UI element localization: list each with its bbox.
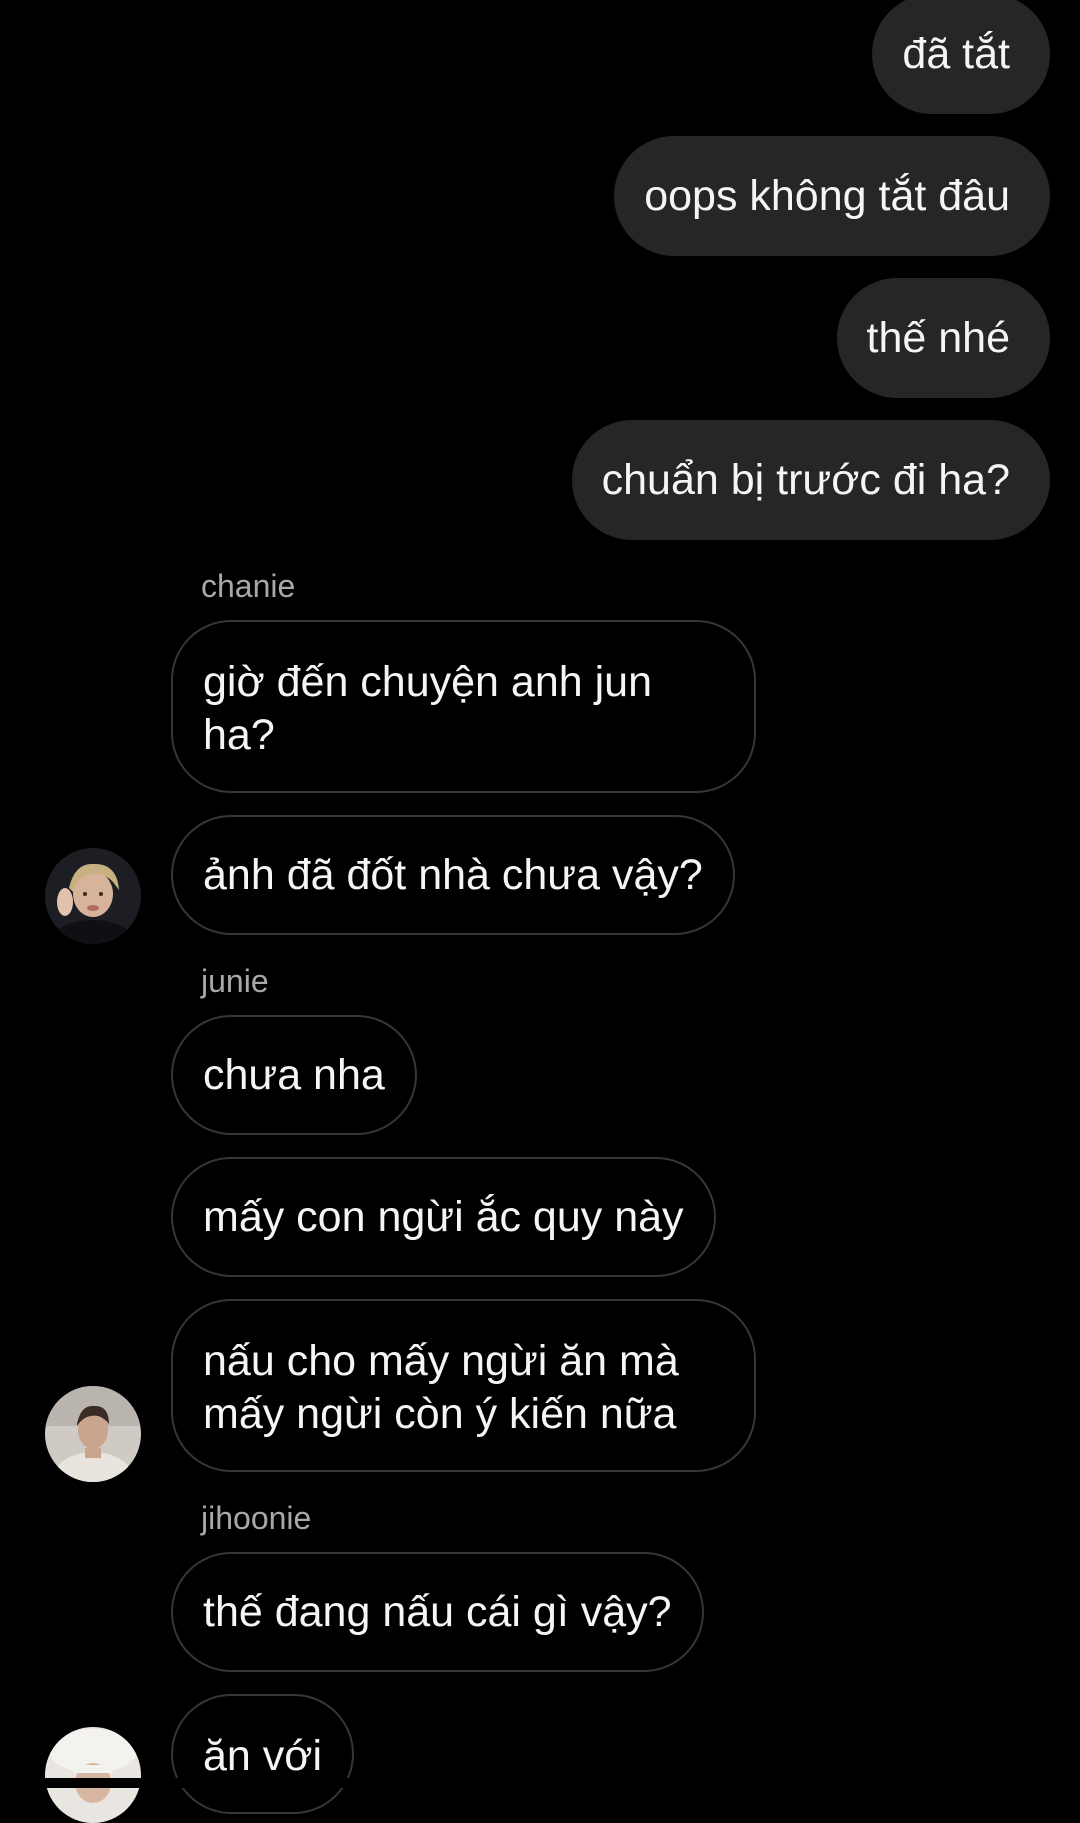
avatar-photo [45,1727,141,1823]
message-text: giờ đến chuyện anh jun ha? [203,658,652,759]
outgoing-message[interactable]: đã tắt [872,0,1050,114]
incoming-message[interactable]: thế đang nấu cái gì vậy? [171,1552,704,1672]
sender-name: chanie [201,568,296,604]
sender-name: junie [201,963,269,999]
message-text: ăn với [203,1732,323,1780]
avatar[interactable] [45,1386,141,1482]
message-text: mấy con ngừi ắc quy này [203,1192,684,1241]
message-text: chuẩn bị trước đi ha? [601,455,1010,504]
message-text: ảnh đã đốt nhà chưa vậy? [203,850,703,899]
incoming-message[interactable]: nấu cho mấy ngừi ăn mà mấy ngừi còn ý ki… [171,1299,756,1472]
incoming-message[interactable]: chưa nha [171,1015,417,1135]
message-text: oops không tắt đâu [644,171,1010,220]
message-text: đã tắt [902,29,1010,78]
message-text: thế đang nấu cái gì vậy? [203,1587,672,1636]
outgoing-message[interactable]: oops không tắt đâu [614,136,1050,256]
incoming-message[interactable]: mấy con ngừi ắc quy này [171,1157,716,1277]
screen-bottom-edge [0,1778,1080,1788]
outgoing-message[interactable]: thế nhé [836,278,1050,398]
incoming-message[interactable]: ăn với [171,1694,355,1814]
avatar[interactable] [45,848,141,944]
avatar-photo [45,1386,141,1482]
incoming-message[interactable]: giờ đến chuyện anh jun ha? [171,620,756,793]
avatar-photo [45,848,141,944]
outgoing-message[interactable]: chuẩn bị trước đi ha? [571,420,1050,540]
message-text: chưa nha [203,1050,385,1099]
avatar[interactable] [45,1727,141,1823]
message-text: thế nhé [866,313,1010,362]
incoming-message[interactable]: ảnh đã đốt nhà chưa vậy? [171,815,735,935]
message-text: nấu cho mấy ngừi ăn mà mấy ngừi còn ý ki… [203,1337,679,1438]
sender-name: jihoonie [201,1500,312,1536]
